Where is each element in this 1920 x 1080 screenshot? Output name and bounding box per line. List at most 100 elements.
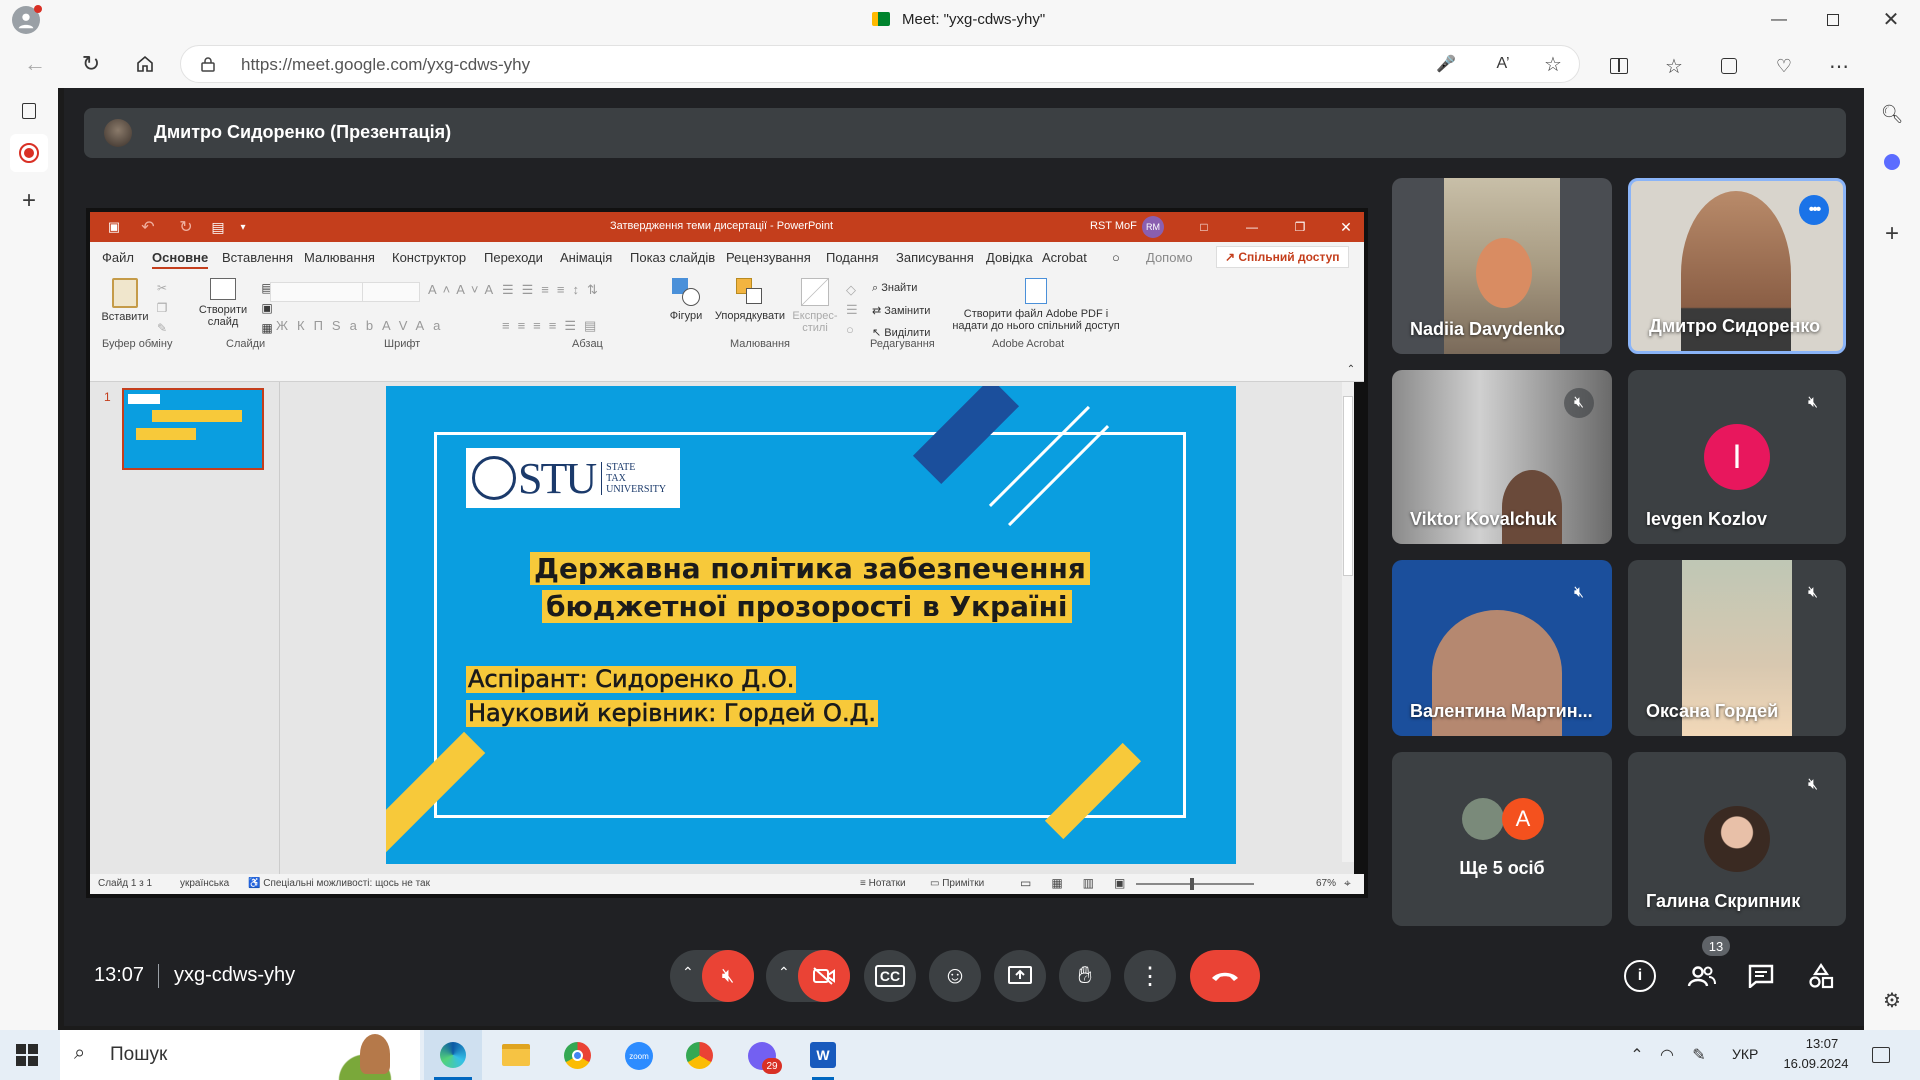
tray-time[interactable]: 13:07 xyxy=(1792,1036,1852,1051)
file-explorer-icon[interactable] xyxy=(502,1044,530,1066)
more-options-button[interactable]: ⋮ xyxy=(1124,950,1176,1002)
sidebar-settings-icon[interactable]: ⚙ xyxy=(1878,986,1906,1014)
ppt-quick-styles-button[interactable]: Експрес- стилі xyxy=(790,278,840,338)
ppt-tab-transitions[interactable]: Переходи xyxy=(484,250,543,265)
tray-date[interactable]: 16.09.2024 xyxy=(1776,1056,1856,1071)
sidebar-search-icon[interactable]: 🔍︎ xyxy=(1878,100,1906,128)
ppt-paste-button[interactable]: Вставити xyxy=(100,278,150,338)
zoom-slider[interactable] xyxy=(1136,883,1254,885)
minimize-icon[interactable]: — xyxy=(1764,6,1794,34)
ppt-present-icon[interactable]: ▤ xyxy=(208,217,228,237)
raise-hand-button[interactable]: ✋︎ xyxy=(1059,950,1111,1002)
mic-toggle-button[interactable]: 🔇︎ xyxy=(702,950,754,1002)
collections-icon[interactable] xyxy=(1715,52,1743,80)
status-accessibility[interactable]: ♿ Спеціальні можливості: щось не так xyxy=(248,878,430,889)
split-screen-icon[interactable] xyxy=(1605,52,1633,80)
participant-tile-others[interactable]: A Ще 5 осіб xyxy=(1392,752,1612,926)
captions-button[interactable]: CC xyxy=(864,950,916,1002)
ppt-qat-more-icon[interactable]: ▾ xyxy=(236,217,250,237)
participant-tile[interactable]: 🔇︎ Оксана Гордей xyxy=(1628,560,1846,736)
read-aloud-icon[interactable]: A’ xyxy=(1491,54,1515,74)
ppt-tab-review[interactable]: Рецензування xyxy=(726,250,811,265)
ppt-acrobat-button[interactable]: Створити файл Adobe PDF і надати до ньог… xyxy=(946,278,1126,338)
back-icon[interactable]: ← xyxy=(20,49,50,79)
tray-chevron-icon[interactable]: ⌃ xyxy=(1626,1044,1648,1066)
new-tab-icon[interactable]: + xyxy=(16,187,42,214)
paragraph-align-icons[interactable]: ≡≡≡≡☰▤ xyxy=(502,318,604,334)
recording-tab-icon[interactable] xyxy=(10,134,48,172)
ppt-undo-icon[interactable]: ↶ xyxy=(138,217,158,237)
participant-tile[interactable]: 🔇︎ Галина Скрипник xyxy=(1628,752,1846,926)
zoom-slider-thumb[interactable] xyxy=(1190,878,1194,890)
refresh-icon[interactable]: ↻ xyxy=(76,49,106,79)
sidebar-add-icon[interactable]: + xyxy=(1878,220,1906,248)
participant-tile[interactable]: 🔇︎ Валентина Мартин... xyxy=(1392,560,1612,736)
ppt-tab-slideshow[interactable]: Показ слайдів xyxy=(630,250,715,265)
copy-icon[interactable]: ❐ xyxy=(154,300,170,316)
ppt-tab-insert[interactable]: Вставлення xyxy=(222,250,293,265)
ppt-restore-icon[interactable]: ❐ xyxy=(1290,217,1310,237)
collapse-ribbon-icon[interactable]: ⌃ xyxy=(1344,362,1358,376)
chrome-profile-icon[interactable] xyxy=(686,1042,713,1069)
chrome-icon[interactable] xyxy=(564,1042,591,1069)
wifi-icon[interactable]: ◠ xyxy=(1656,1044,1678,1066)
ppt-tab-file[interactable]: Файл xyxy=(102,250,134,265)
participant-tile[interactable]: 🔇︎ Viktor Kovalchuk xyxy=(1392,370,1612,544)
microphone-icon[interactable]: 🎤 xyxy=(1436,54,1456,74)
ppt-replace-button[interactable]: ⇄ Замінити xyxy=(872,304,930,317)
maximize-icon[interactable] xyxy=(1818,6,1848,34)
ppt-ribbon-display-icon[interactable]: □ xyxy=(1194,217,1214,237)
word-icon[interactable]: W xyxy=(810,1042,836,1068)
status-language[interactable]: українська xyxy=(180,878,229,889)
people-icon[interactable] xyxy=(1684,960,1720,992)
font-size-box[interactable] xyxy=(362,282,402,302)
ppt-tab-view[interactable]: Подання xyxy=(826,250,879,265)
more-menu-icon[interactable]: ⋯ xyxy=(1825,52,1853,80)
browser-essentials-icon[interactable]: ♡ xyxy=(1770,52,1798,80)
camera-toggle-button[interactable] xyxy=(798,950,850,1002)
ppt-close-icon[interactable]: ✕ xyxy=(1336,217,1356,237)
ppt-tab-record[interactable]: Записування xyxy=(896,250,974,265)
view-buttons[interactable]: ▭▦▥▣ xyxy=(1020,876,1145,890)
favorites-icon[interactable]: ☆ xyxy=(1660,52,1688,80)
ppt-arrange-button[interactable]: Упорядкувати xyxy=(710,278,790,338)
windows-start-icon[interactable] xyxy=(14,1042,40,1068)
ppt-share-button[interactable]: ↗ Спільний доступ xyxy=(1216,246,1349,268)
participant-tile[interactable]: Nadiia Davydenko xyxy=(1392,178,1612,354)
chat-icon[interactable] xyxy=(1744,960,1778,992)
url-text[interactable]: https://meet.google.com/yxg-cdws-yhy xyxy=(241,55,530,75)
zoom-level[interactable]: 67% xyxy=(1316,878,1336,889)
sidebar-copilot-icon[interactable] xyxy=(1878,148,1906,176)
ppt-vertical-scrollbar[interactable] xyxy=(1342,382,1354,862)
ppt-slide-thumbnail[interactable] xyxy=(122,388,264,470)
tab-actions-icon[interactable] xyxy=(16,98,42,124)
meeting-info-icon[interactable]: i xyxy=(1624,960,1656,992)
slide-canvas[interactable]: STU STATE TAX UNIVERSITY Державна політи… xyxy=(386,386,1236,864)
notifications-icon[interactable] xyxy=(1870,1044,1892,1066)
camera-options-chevron-icon[interactable]: ⌃ xyxy=(778,964,790,981)
ppt-find-button[interactable]: ⌕ Знайти xyxy=(872,282,917,295)
present-button[interactable] xyxy=(994,950,1046,1002)
ppt-lightbulb-icon[interactable]: ○ xyxy=(1112,250,1120,265)
address-bar[interactable]: https://meet.google.com/yxg-cdws-yhy 🎤 A… xyxy=(180,45,1580,83)
cut-icon[interactable]: ✂ xyxy=(154,280,170,296)
zoom-icon[interactable]: zoom xyxy=(625,1042,653,1070)
close-window-icon[interactable]: ✕ xyxy=(1876,4,1906,34)
status-notes[interactable]: ≡ Нотатки xyxy=(860,878,906,889)
pen-icon[interactable]: ✎ xyxy=(1688,1044,1710,1066)
paragraph-top-icons[interactable]: ☰☰≡≡↕⇅ xyxy=(502,282,606,298)
status-comments[interactable]: ▭ Примітки xyxy=(930,878,984,889)
ppt-save-icon[interactable]: ▣ xyxy=(106,219,122,235)
favorite-star-icon[interactable]: ☆ xyxy=(1541,52,1565,76)
section-icon[interactable]: ▦ xyxy=(258,320,276,336)
ppt-shapes-button[interactable]: Фігури xyxy=(664,278,708,338)
reset-icon[interactable]: ▣ xyxy=(258,300,276,316)
font-format-row[interactable]: ЖКПSabAVAa xyxy=(276,318,449,333)
reactions-button[interactable]: ☺ xyxy=(929,950,981,1002)
ppt-help-search[interactable]: Допомо xyxy=(1146,250,1193,265)
ppt-new-slide-button[interactable]: Створити слайд xyxy=(196,278,250,338)
activities-icon[interactable] xyxy=(1804,960,1838,992)
participant-tile[interactable]: I 🔇︎ Ievgen Kozlov xyxy=(1628,370,1846,544)
mic-options-chevron-icon[interactable]: ⌃ xyxy=(682,964,694,981)
ppt-tab-draw[interactable]: Малювання xyxy=(304,250,375,265)
